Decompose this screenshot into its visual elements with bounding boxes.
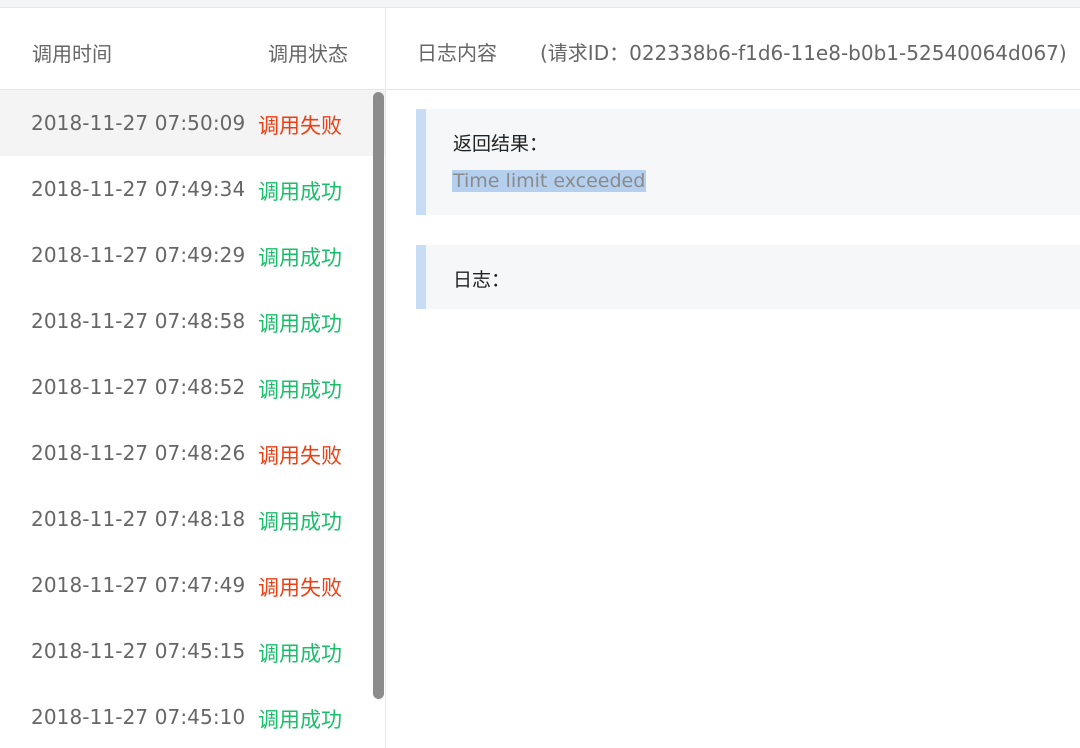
invocation-time: 2018-11-27 07:48:18 <box>31 507 246 531</box>
log-block: 日志： <box>416 245 1080 309</box>
invocation-time: 2018-11-27 07:47:49 <box>31 573 246 597</box>
log-detail-title: 日志内容 <box>417 41 497 65</box>
log-label: 日志： <box>453 269 511 291</box>
result-value[interactable]: Time limit exceeded <box>452 170 647 192</box>
status-success: 调用成功 <box>258 642 342 666</box>
log-detail-panel: 日志内容 (请求ID：022338b6-f1d6-11e8-b0b1-52540… <box>387 8 1080 748</box>
status-success: 调用成功 <box>258 378 342 402</box>
invocation-time: 2018-11-27 07:49:29 <box>31 243 246 267</box>
invocation-row[interactable]: 2018-11-27 07:48:52 调用成功 <box>0 354 385 420</box>
log-detail-header: 日志内容 (请求ID：022338b6-f1d6-11e8-b0b1-52540… <box>387 8 1080 90</box>
invocation-time: 2018-11-27 07:48:52 <box>31 375 246 399</box>
invocation-time: 2018-11-27 07:50:09 <box>31 111 246 135</box>
status-failure: 调用失败 <box>258 576 342 600</box>
invocation-row[interactable]: 2018-11-27 07:45:15 调用成功 <box>0 618 385 684</box>
status-success: 调用成功 <box>258 708 342 732</box>
request-id: (请求ID：022338b6-f1d6-11e8-b0b1-52540064d0… <box>540 41 1067 65</box>
invocation-list-header: 调用时间 调用状态 <box>0 8 385 90</box>
status-failure: 调用失败 <box>258 114 342 138</box>
invocation-list-panel: 调用时间 调用状态 2018-11-27 07:50:09 调用失败 2018-11… <box>0 8 386 748</box>
invocation-time: 2018-11-27 07:48:26 <box>31 441 246 465</box>
result-block: 返回结果： Time limit exceeded <box>416 109 1080 215</box>
invocation-row[interactable]: 2018-11-27 07:48:58 调用成功 <box>0 288 385 354</box>
list-scrollbar[interactable] <box>373 92 384 699</box>
status-failure: 调用失败 <box>258 444 342 468</box>
invocation-time: 2018-11-27 07:45:15 <box>31 639 246 663</box>
invocation-row[interactable]: 2018-11-27 07:47:49 调用失败 <box>0 552 385 618</box>
window-top-edge <box>0 0 1080 8</box>
result-label: 返回结果： <box>453 133 549 155</box>
invocation-row[interactable]: 2018-11-27 07:45:10 调用成功 <box>0 684 385 748</box>
invocation-row[interactable]: 2018-11-27 07:48:18 调用成功 <box>0 486 385 552</box>
invocation-row[interactable]: 2018-11-27 07:49:34 调用成功 <box>0 156 385 222</box>
status-success: 调用成功 <box>258 246 342 270</box>
invocation-row[interactable]: 2018-11-27 07:49:29 调用成功 <box>0 222 385 288</box>
status-success: 调用成功 <box>258 312 342 336</box>
invocation-time: 2018-11-27 07:49:34 <box>31 177 246 201</box>
status-success: 调用成功 <box>258 180 342 204</box>
invocation-row[interactable]: 2018-11-27 07:48:26 调用失败 <box>0 420 385 486</box>
invocation-time: 2018-11-27 07:45:10 <box>31 705 246 729</box>
column-header-status: 调用状态 <box>268 42 348 66</box>
invocation-list: 2018-11-27 07:50:09 调用失败 2018-11-27 07:49:… <box>0 90 385 748</box>
invocation-row[interactable]: 2018-11-27 07:50:09 调用失败 <box>0 90 385 156</box>
status-success: 调用成功 <box>258 510 342 534</box>
column-header-time: 调用时间 <box>32 42 112 66</box>
invocation-time: 2018-11-27 07:48:58 <box>31 309 246 333</box>
